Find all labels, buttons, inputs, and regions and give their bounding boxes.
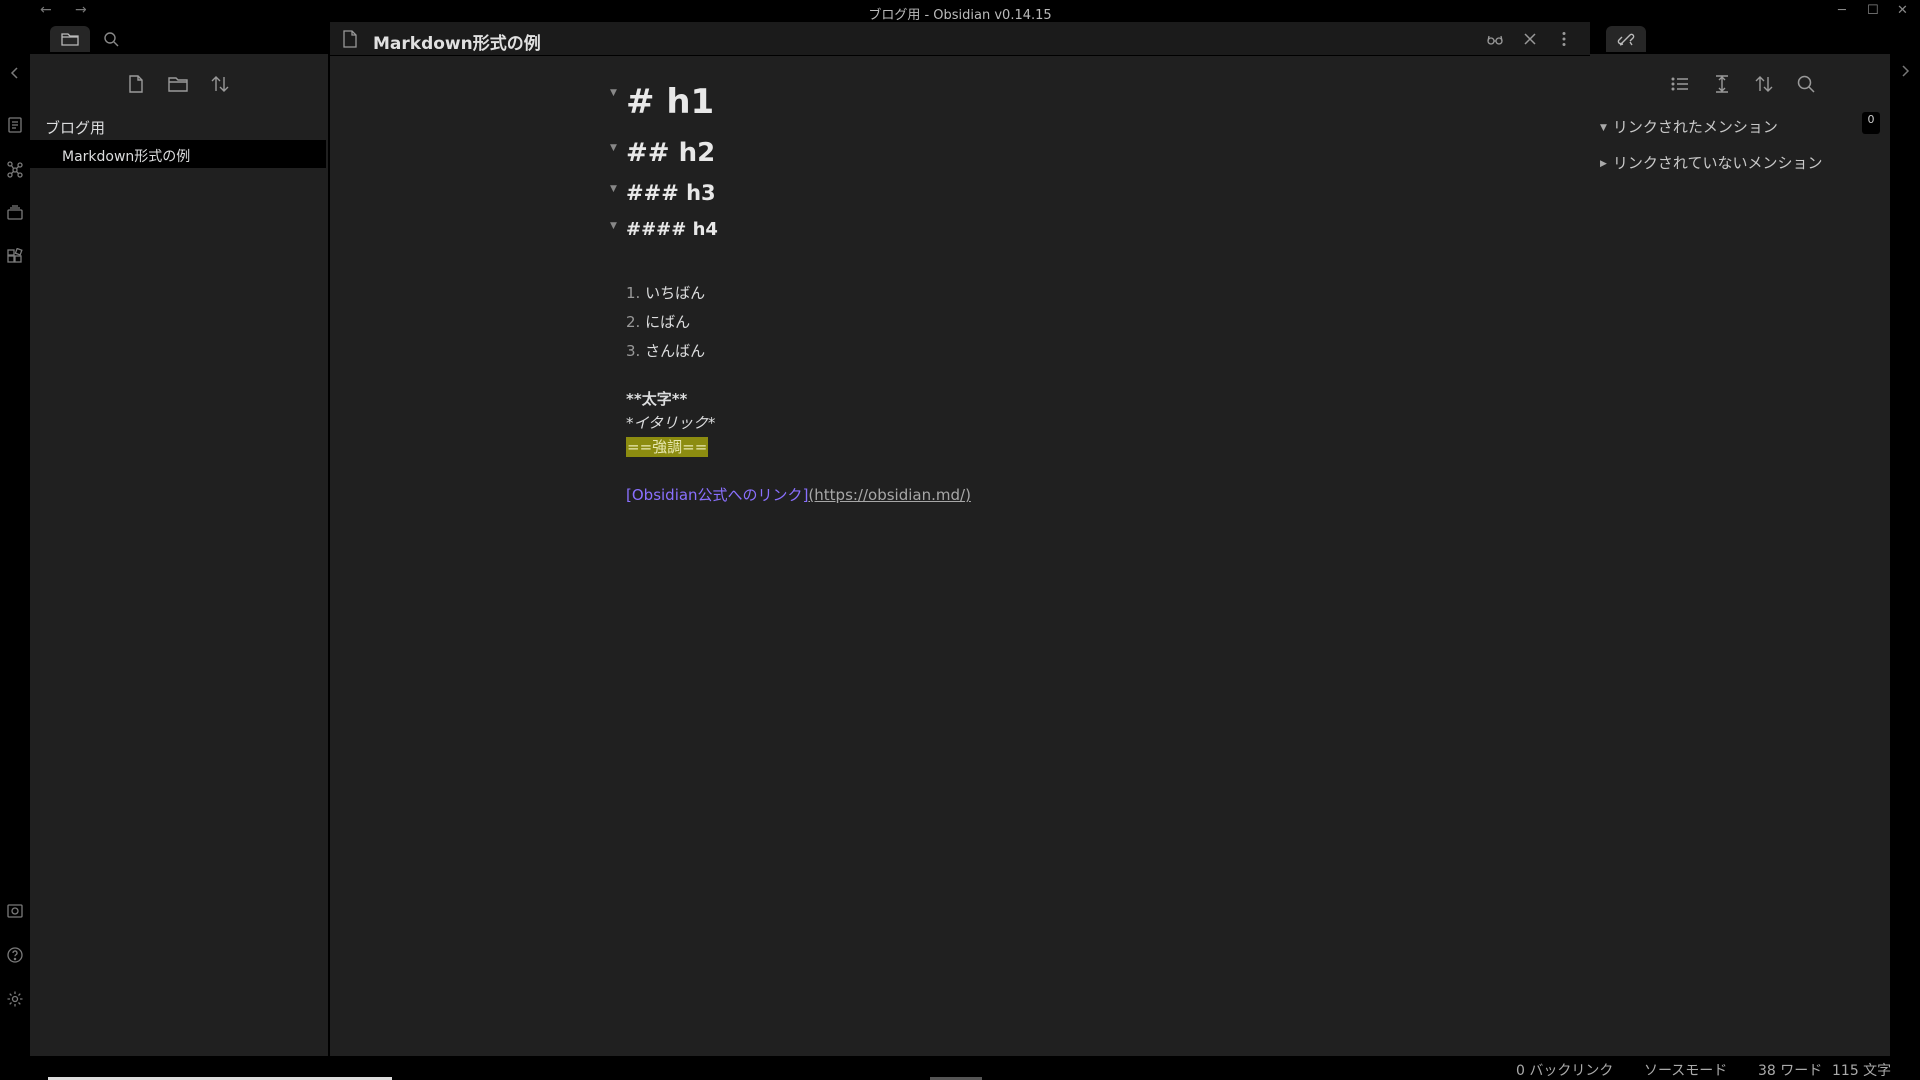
linked-mentions-header[interactable]: ▼ リンクされたメンション <box>1600 116 1778 137</box>
show-context-button[interactable] <box>1708 70 1736 98</box>
list-item[interactable]: 1. いちばん <box>626 282 705 303</box>
search-backlinks-button[interactable] <box>1792 70 1820 98</box>
vault-icon[interactable] <box>6 902 24 920</box>
backlink-count[interactable]: 0 バックリンク <box>1516 1060 1613 1080</box>
search-tab[interactable] <box>92 26 132 52</box>
italic-text[interactable]: *イタリック* <box>626 412 715 433</box>
file-item-label: Markdown形式の例 <box>62 149 191 165</box>
editor-mode[interactable]: ソースモード <box>1644 1060 1727 1080</box>
editor-pane[interactable]: ▼ # h1 ▼ ## h2 ▼ ### h3 ▼ #### h4 1. いちば… <box>330 56 1590 1056</box>
left-sidebar-tabs <box>30 24 328 54</box>
more-options-icon <box>1562 32 1566 46</box>
maximize-icon[interactable]: ☐ <box>1867 3 1879 18</box>
fold-icon[interactable]: ▼ <box>610 143 617 153</box>
plugins-icon[interactable] <box>6 247 24 266</box>
right-sidebar-tabs <box>1590 24 1890 54</box>
more-options-button[interactable] <box>1555 30 1573 48</box>
vault-folder[interactable]: ブログ用 <box>45 117 105 138</box>
search-icon <box>104 32 119 47</box>
title-bar: ← → ブログ用 - Obsidian v0.14.15 ─ ☐ ✕ <box>0 0 1920 24</box>
file-explorer-icon <box>61 33 79 46</box>
open-quick-switcher-icon[interactable] <box>6 116 24 134</box>
close-icon <box>1524 33 1536 45</box>
highlight-text[interactable]: ==強調== <box>626 436 709 457</box>
collapse-left-icon[interactable] <box>6 64 24 82</box>
char-count: 115 文字 <box>1832 1063 1892 1079</box>
graph-view-icon[interactable] <box>6 160 24 178</box>
minimize-icon[interactable]: ─ <box>1838 3 1846 18</box>
reading-view-button[interactable] <box>1486 30 1504 48</box>
help-icon[interactable] <box>6 946 24 964</box>
heading-2[interactable]: ▼ ## h2 <box>610 138 715 168</box>
note-title[interactable]: Markdown形式の例 <box>373 29 541 54</box>
settings-icon[interactable] <box>6 990 24 1008</box>
expand-right-icon[interactable] <box>1896 62 1914 80</box>
backlinks-tab[interactable] <box>1606 26 1646 52</box>
list-item[interactable]: 2. にばん <box>626 311 690 332</box>
list-item[interactable]: 3. さんばん <box>626 340 705 361</box>
heading-4[interactable]: ▼ #### h4 <box>610 219 718 240</box>
bold-text[interactable]: **太字** <box>626 388 687 409</box>
heading-3[interactable]: ▼ ### h3 <box>610 181 716 205</box>
close-window-icon[interactable]: ✕ <box>1897 3 1908 18</box>
unlinked-mentions-header[interactable]: ▶ リンクされていないメンション <box>1600 152 1822 173</box>
new-note-icon <box>129 75 143 93</box>
link-url[interactable]: (https://obsidian.md/) <box>808 486 971 504</box>
collapse-results-button[interactable] <box>1666 70 1694 98</box>
new-note-button[interactable] <box>122 70 150 98</box>
window-title: ブログ用 - Obsidian v0.14.15 <box>868 8 1052 23</box>
file-explorer: ブログ用 Markdown形式の例 <box>30 54 328 1056</box>
sort-button[interactable] <box>206 70 234 98</box>
sort-icon <box>1755 76 1773 92</box>
collapse-icon <box>1716 75 1728 93</box>
file-explorer-tab[interactable] <box>50 26 90 52</box>
new-folder-icon <box>168 77 188 92</box>
markdown-link[interactable]: [Obsidian公式へのリンク](https://obsidian.md/) <box>626 484 971 505</box>
caret-right-icon: ▶ <box>1600 159 1607 169</box>
sort-backlinks-button[interactable] <box>1750 70 1778 98</box>
slides-icon[interactable] <box>6 204 24 222</box>
file-item[interactable]: Markdown形式の例 <box>30 140 326 168</box>
fold-icon[interactable]: ▼ <box>610 88 617 98</box>
search-icon <box>1797 75 1815 93</box>
close-tab-button[interactable] <box>1521 30 1539 48</box>
sort-icon <box>211 76 229 92</box>
caret-down-icon: ▼ <box>1600 123 1607 133</box>
heading-1[interactable]: ▼ # h1 <box>610 82 714 122</box>
glasses-icon <box>1487 35 1503 45</box>
fold-icon[interactable]: ▼ <box>610 221 617 231</box>
right-sidebar-toggle[interactable] <box>1890 54 1920 1056</box>
editor-header: Markdown形式の例 <box>330 22 1590 56</box>
ribbon <box>0 24 30 1056</box>
backlinks-panel: ▼ リンクされたメンション 0 ▶ リンクされていないメンション <box>1590 54 1890 1056</box>
new-folder-button[interactable] <box>164 70 192 98</box>
list-icon <box>1671 77 1688 91</box>
word-count: 38 ワード <box>1758 1063 1823 1079</box>
document-icon <box>343 30 357 48</box>
backlinks-icon <box>1617 33 1635 46</box>
fold-icon[interactable]: ▼ <box>610 184 617 194</box>
linked-count-badge: 0 <box>1862 112 1880 134</box>
link-text[interactable]: Obsidian公式へのリンク <box>632 486 803 504</box>
